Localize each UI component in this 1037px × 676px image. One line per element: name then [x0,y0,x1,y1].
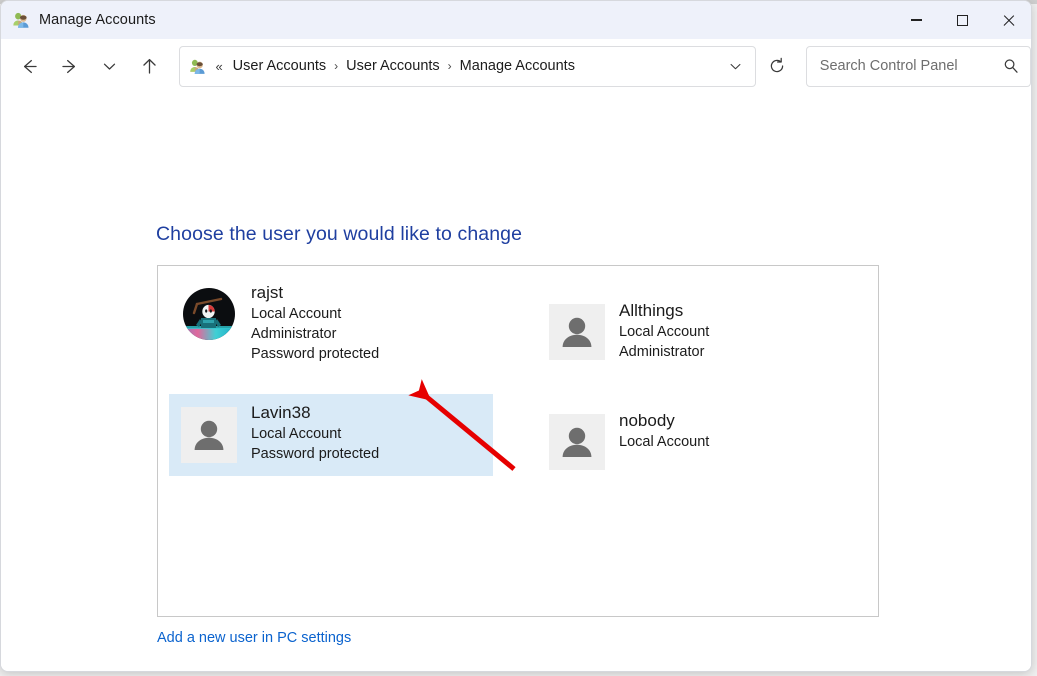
add-new-user-link[interactable]: Add a new user in PC settings [157,630,351,646]
chevron-down-icon [730,63,741,69]
avatar [181,407,237,463]
breadcrumb-separator: › [334,59,339,73]
account-password-status: Password protected [251,446,380,463]
users-icon [189,58,206,75]
account-info: nobody Local Account [619,410,709,452]
user-photo [183,288,235,340]
account-name: rajst [251,283,284,302]
minimize-button[interactable] [893,1,939,39]
breadcrumb-manage-accounts: Manage Accounts [459,58,575,74]
maximize-button[interactable] [939,1,985,39]
account-name: nobody [619,411,675,430]
content-area: Choose the user you would like to change [1,93,1031,671]
search-icon[interactable] [1003,58,1019,74]
generic-person-icon [562,427,592,457]
account-name: Lavin38 [251,402,311,422]
account-type: Local Account [619,324,710,341]
search-input[interactable] [817,57,1022,75]
page-title: Choose the user you would like to change [156,223,523,245]
refresh-button[interactable] [762,50,790,82]
title-bar: Manage Accounts [1,1,1031,39]
arrow-left-icon [23,59,37,73]
close-button[interactable] [985,1,1031,39]
account-tile-allthings[interactable]: Allthings Local Account Administrator [537,294,721,372]
close-icon [1002,14,1015,27]
address-bar[interactable]: « User Accounts › User Accounts › Manage… [179,45,757,87]
arrow-up-icon [143,58,156,74]
breadcrumb-separator: › [447,59,452,73]
window-controls [893,1,1031,39]
navigation-bar: « User Accounts › User Accounts › Manage… [1,39,1031,93]
account-type: Local Account [251,306,342,323]
up-button[interactable] [134,49,164,83]
breadcrumb-overflow-chevrons[interactable]: « [215,59,222,74]
account-role: Administrator [619,344,705,361]
account-role: Administrator [251,326,337,343]
avatar [549,304,605,360]
breadcrumb-user-accounts-2[interactable]: User Accounts [342,55,444,77]
minimize-icon [910,19,922,21]
generic-person-icon [194,420,224,450]
account-info: Lavin38 Local Account Password protected [251,402,379,464]
account-tile-rajst[interactable]: rajst Local Account Administrator Passwo… [169,276,391,374]
generic-person-icon [562,317,592,347]
window-title: Manage Accounts [39,12,156,28]
users-icon [12,11,30,29]
maximize-icon [956,14,968,26]
avatar [549,414,605,470]
account-info: Allthings Local Account Administrator [619,300,709,362]
account-name: Allthings [619,301,684,320]
chevron-down-icon [103,63,115,70]
address-dropdown-button[interactable] [721,52,749,80]
account-tile-nobody[interactable]: nobody Local Account [537,404,721,480]
account-tile-lavin38[interactable]: Lavin38 Local Account Password protected [169,394,493,476]
account-type: Local Account [251,426,342,443]
refresh-icon [770,57,783,73]
back-button[interactable] [14,49,44,83]
manage-accounts-window: Manage Accounts « User Accounts › User A… [0,0,1032,672]
forward-button[interactable] [54,49,84,83]
recent-locations-button[interactable] [94,49,124,83]
search-box[interactable] [805,45,1031,87]
account-type: Local Account [619,434,710,451]
account-info: rajst Local Account Administrator Passwo… [251,282,379,364]
arrow-right-icon [62,59,75,73]
breadcrumb-user-accounts-1[interactable]: User Accounts [229,55,331,77]
account-password-status: Password protected [251,346,380,363]
avatar [181,286,237,342]
accounts-list-panel: rajst Local Account Administrator Passwo… [157,265,879,617]
